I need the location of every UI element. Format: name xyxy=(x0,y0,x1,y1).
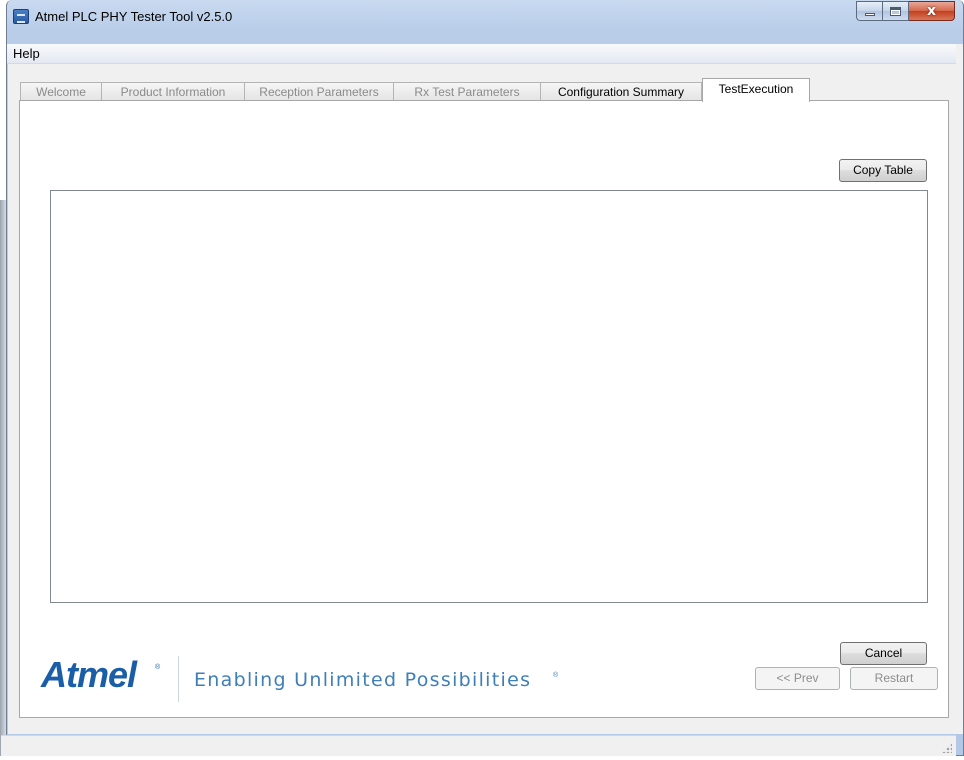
tab-welcome[interactable]: Welcome xyxy=(20,82,102,101)
caption-buttons: x xyxy=(856,1,955,21)
tab-test-execution[interactable]: TestExecution xyxy=(702,78,810,102)
minimize-icon xyxy=(864,12,875,16)
restart-button[interactable]: Restart xyxy=(850,667,938,690)
copy-table-button[interactable]: Copy Table xyxy=(839,159,927,182)
minimize-button[interactable] xyxy=(856,1,883,21)
close-icon: x xyxy=(926,3,937,19)
tab-rx-test-parameters[interactable]: Rx Test Parameters xyxy=(393,82,541,101)
status-bar xyxy=(1,735,956,756)
window-title: Atmel PLC PHY Tester Tool v2.5.0 xyxy=(35,9,233,24)
prev-button[interactable]: << Prev xyxy=(755,667,840,690)
resize-grip-icon[interactable] xyxy=(942,743,952,753)
cancel-button[interactable]: Cancel xyxy=(840,642,927,665)
maximize-button[interactable] xyxy=(883,1,909,21)
tagline: Enabling Unlimited Possibilities xyxy=(194,669,532,691)
tab-reception-parameters[interactable]: Reception Parameters xyxy=(244,82,394,101)
results-table[interactable] xyxy=(50,190,928,603)
tagline-registered-mark: ® xyxy=(553,672,559,679)
logo-divider xyxy=(178,656,179,702)
tab-configuration-summary[interactable]: Configuration Summary xyxy=(540,82,702,101)
title-bar[interactable]: Atmel PLC PHY Tester Tool v2.5.0 x xyxy=(7,0,963,30)
maximize-icon xyxy=(890,6,901,16)
menu-help[interactable]: Help xyxy=(11,46,42,61)
close-button[interactable]: x xyxy=(909,1,955,21)
tab-product-information[interactable]: Product Information xyxy=(101,82,245,101)
atmel-logo: Atmel xyxy=(41,654,137,695)
app-icon[interactable] xyxy=(13,9,29,24)
logo-registered-mark: ® xyxy=(155,664,161,671)
menu-bar: Help xyxy=(7,44,956,64)
